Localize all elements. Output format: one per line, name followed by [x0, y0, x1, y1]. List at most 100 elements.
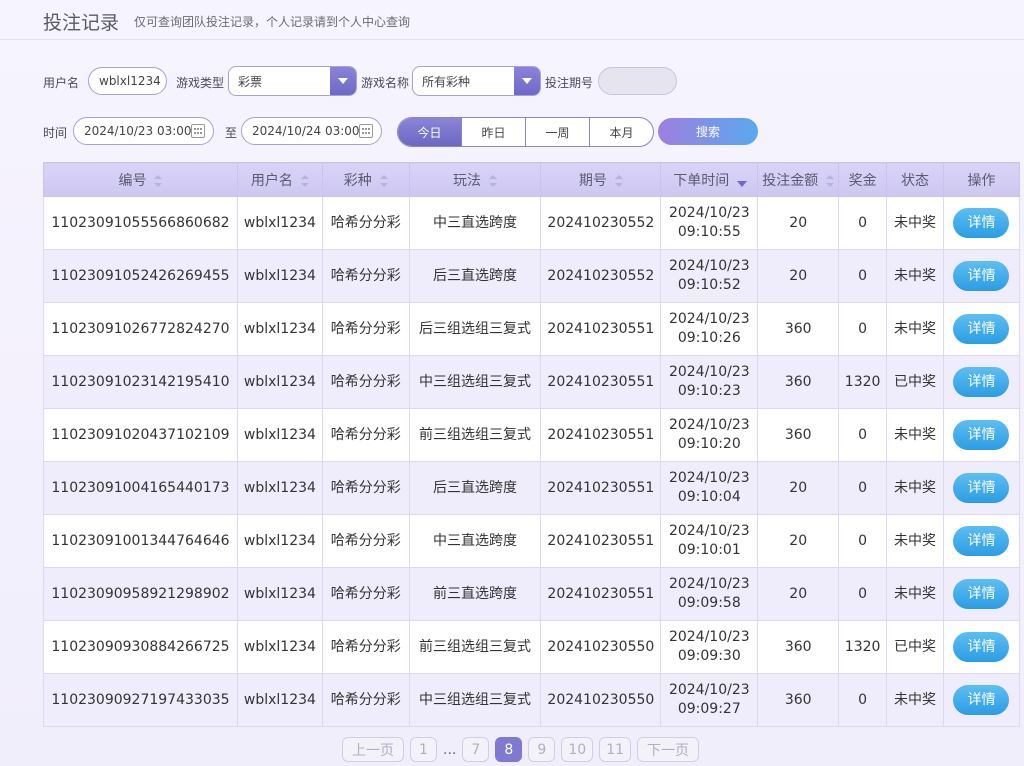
cell-period: 202410230551 — [540, 514, 662, 568]
prev-page-button[interactable]: 上一页 — [342, 737, 404, 762]
page-title: 投注记录 — [43, 12, 120, 34]
cell-action: 详情 — [942, 461, 1021, 515]
cell-play: 前三直选跨度 — [408, 567, 542, 621]
column-header-user[interactable]: 用户名 — [236, 162, 323, 197]
chevron-down-icon — [514, 67, 540, 95]
cell-status: 未中奖 — [886, 567, 944, 621]
sort-desc-icon[interactable] — [737, 175, 748, 187]
cell-lottery: 哈希分分彩 — [321, 514, 410, 568]
order-time: 09:10:04 — [677, 489, 741, 505]
table-row: 11023091052426269455 wblxl1234 哈希分分彩 后三直选跨度… — [43, 249, 1021, 303]
cell-prize: 1320 — [838, 355, 888, 409]
cell-prize: 0 — [838, 302, 888, 356]
order-date: 2024/10/23 — [668, 682, 750, 698]
cell-lottery: 哈希分分彩 — [321, 196, 410, 250]
column-header-id[interactable]: 编号 — [43, 162, 238, 197]
cell-order-time: 2024/10/23 09:10:26 — [660, 302, 759, 356]
period-input[interactable] — [598, 67, 677, 95]
calendar-icon[interactable] — [359, 124, 373, 138]
detail-button[interactable]: 详情 — [953, 420, 1010, 450]
detail-button[interactable]: 详情 — [953, 367, 1010, 397]
username-input[interactable]: wblxl1234 — [88, 67, 167, 95]
pagination-ellipsis: ... — [443, 741, 457, 758]
page-button-7[interactable]: 7 — [462, 737, 490, 762]
cell-prize: 0 — [838, 461, 888, 515]
next-page-button[interactable]: 下一页 — [637, 737, 700, 762]
cell-order-time: 2024/10/23 09:10:55 — [660, 196, 759, 250]
detail-button[interactable]: 详情 — [953, 314, 1010, 344]
sort-icon[interactable] — [300, 174, 309, 187]
range-month-button[interactable]: 本月 — [589, 118, 653, 146]
sort-icon[interactable] — [489, 174, 498, 187]
cell-lottery: 哈希分分彩 — [321, 673, 410, 727]
detail-button[interactable]: 详情 — [953, 579, 1010, 609]
cell-user: wblxl1234 — [236, 673, 323, 727]
column-header-order-time[interactable]: 下单时间 — [660, 162, 759, 197]
start-date-input[interactable]: 2024/10/23 03:00 — [73, 117, 214, 145]
calendar-icon[interactable] — [191, 124, 205, 138]
sort-icon[interactable] — [154, 174, 163, 187]
order-date: 2024/10/23 — [668, 470, 750, 486]
cell-status: 未中奖 — [886, 673, 944, 727]
game-type-select[interactable]: 彩票 — [228, 66, 357, 96]
cell-lottery: 哈希分分彩 — [321, 408, 410, 462]
cell-play: 前三组选组三复式 — [408, 408, 542, 462]
cell-status: 未中奖 — [886, 249, 944, 303]
sort-icon[interactable] — [379, 174, 388, 187]
detail-button[interactable]: 详情 — [953, 473, 1010, 503]
detail-button[interactable]: 详情 — [953, 632, 1010, 662]
page-button-11[interactable]: 11 — [599, 737, 632, 762]
range-week-button[interactable]: 一周 — [525, 118, 589, 146]
cell-lottery: 哈希分分彩 — [321, 249, 410, 303]
page-button-1[interactable]: 1 — [410, 737, 437, 762]
cell-lottery: 哈希分分彩 — [321, 567, 410, 621]
sort-icon[interactable] — [826, 174, 835, 187]
cell-period: 202410230551 — [540, 408, 662, 462]
column-header-play[interactable]: 玩法 — [408, 162, 542, 197]
order-date: 2024/10/23 — [668, 417, 750, 433]
page-button-10[interactable]: 10 — [561, 737, 594, 762]
pagination: 上一页 1 ... 7 8 9 10 11 下一页 — [342, 737, 700, 762]
cell-lottery: 哈希分分彩 — [321, 355, 410, 409]
game-name-select[interactable]: 所有彩种 — [412, 66, 541, 96]
cell-action: 详情 — [942, 302, 1021, 356]
cell-status: 未中奖 — [886, 514, 944, 568]
detail-button[interactable]: 详情 — [953, 526, 1010, 556]
cell-user: wblxl1234 — [236, 461, 323, 515]
column-header-lottery[interactable]: 彩种 — [321, 162, 410, 197]
cell-lottery: 哈希分分彩 — [321, 302, 410, 356]
cell-order-time: 2024/10/23 09:10:04 — [660, 461, 759, 515]
cell-period: 202410230550 — [540, 673, 662, 727]
cell-play: 中三直选跨度 — [408, 514, 542, 568]
cell-period: 202410230552 — [540, 196, 662, 250]
cell-amount: 360 — [757, 302, 840, 356]
cell-user: wblxl1234 — [236, 514, 323, 568]
cell-action: 详情 — [942, 355, 1021, 409]
search-button[interactable]: 搜索 — [658, 118, 758, 145]
order-date: 2024/10/23 — [668, 311, 750, 327]
column-header-amount[interactable]: 投注金额 — [757, 162, 840, 197]
cell-amount: 360 — [757, 408, 840, 462]
username-label: 用户名 — [43, 76, 80, 90]
detail-button[interactable]: 详情 — [953, 208, 1010, 238]
table-row: 11023091055566860682 wblxl1234 哈希分分彩 中三直选跨度… — [43, 196, 1021, 250]
cell-period: 202410230551 — [540, 355, 662, 409]
period-label: 投注期号 — [545, 76, 594, 90]
order-time: 09:10:52 — [677, 277, 741, 293]
cell-play: 中三组选组三复式 — [408, 355, 542, 409]
sort-icon[interactable] — [614, 174, 623, 187]
cell-amount: 360 — [757, 620, 840, 674]
detail-button[interactable]: 详情 — [953, 261, 1010, 291]
column-header-period[interactable]: 期号 — [540, 162, 662, 197]
range-yesterday-button[interactable]: 昨日 — [461, 118, 525, 146]
cell-id: 11023091026772824270 — [43, 302, 238, 356]
detail-button[interactable]: 详情 — [953, 685, 1010, 715]
page-button-9[interactable]: 9 — [528, 737, 556, 762]
cell-id: 11023090927197433035 — [43, 673, 238, 727]
range-today-button[interactable]: 今日 — [398, 118, 461, 146]
cell-amount: 360 — [757, 673, 840, 727]
page-button-8-current[interactable]: 8 — [495, 737, 523, 762]
end-date-input[interactable]: 2024/10/24 03:00 — [241, 117, 382, 145]
cell-prize: 0 — [838, 196, 888, 250]
cell-play: 前三组选组三复式 — [408, 620, 542, 674]
